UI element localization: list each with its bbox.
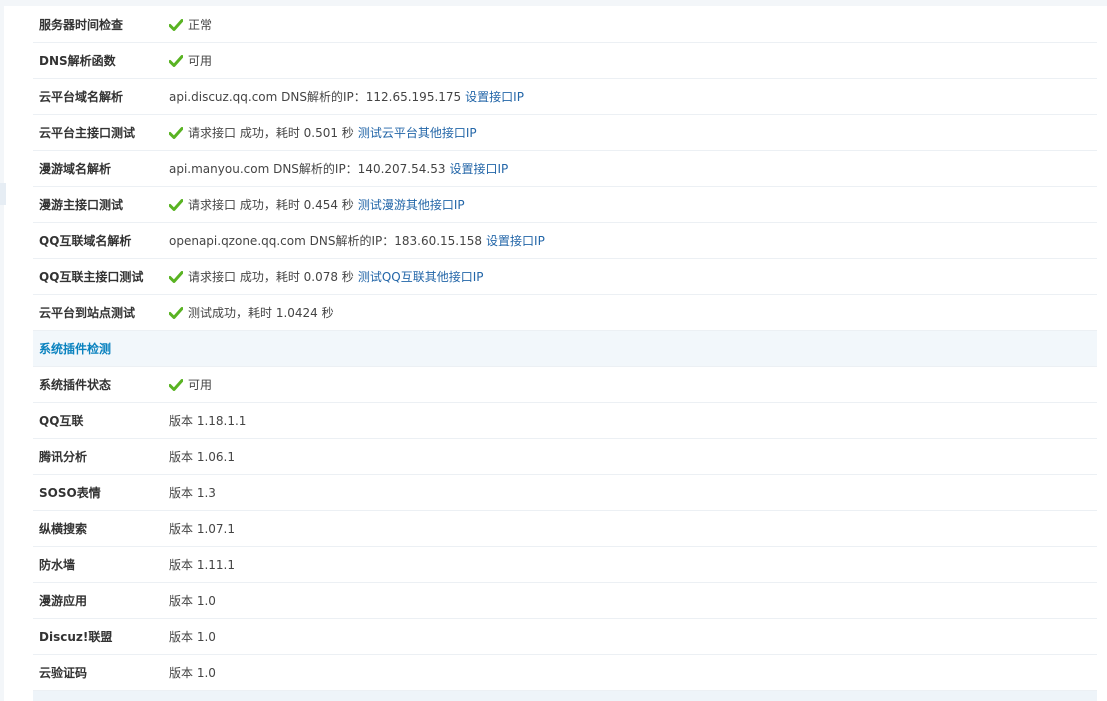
status-text: 测试成功，耗时 1.0424 秒	[188, 306, 334, 320]
row-value: 可用	[169, 52, 212, 69]
plugin-row: SOSO表情 版本 1.3	[33, 475, 1097, 511]
row-value: 请求接口 成功，耗时 0.078 秒 测试QQ互联其他接口IP	[169, 268, 483, 285]
check-icon	[169, 306, 183, 319]
row-value: 请求接口 成功，耗时 0.501 秒 测试云平台其他接口IP	[169, 124, 477, 141]
top-bar	[0, 0, 1107, 6]
row-label: DNS解析函数	[39, 54, 116, 68]
table-row: 漫游域名解析 api.manyou.com DNS解析的IP：140.207.5…	[33, 151, 1097, 187]
table-row: QQ互联主接口测试 请求接口 成功，耗时 0.078 秒 测试QQ互联其他接口I…	[33, 259, 1097, 295]
plugin-label: Discuz!联盟	[39, 630, 113, 644]
plugin-label: 漫游应用	[39, 594, 88, 608]
status-text: 请求接口 成功，耗时 0.078 秒	[188, 270, 354, 284]
row-label: 漫游主接口测试	[39, 198, 124, 212]
plugin-label: QQ互联	[39, 414, 84, 428]
left-strip-mark	[0, 183, 6, 205]
table-row: 云平台域名解析 api.discuz.qq.com DNS解析的IP：112.6…	[33, 79, 1097, 115]
set-interface-ip-link[interactable]: 设置接口IP	[465, 88, 524, 105]
plugin-row: 漫游应用 版本 1.0	[33, 583, 1097, 619]
table-row: 系统插件状态 可用	[33, 367, 1097, 403]
plugin-label: 纵横搜索	[39, 522, 88, 536]
row-value: 测试成功，耗时 1.0424 秒	[169, 304, 334, 321]
status-text: 可用	[188, 54, 213, 68]
dns-text: api.discuz.qq.com DNS解析的IP：112.65.195.17…	[169, 90, 462, 104]
plugin-version: 版本 1.0	[169, 594, 216, 608]
plugin-label: SOSO表情	[39, 486, 101, 500]
table-row: DNS解析函数 可用	[33, 43, 1097, 79]
plugin-version: 版本 1.3	[169, 486, 216, 500]
row-label: QQ互联主接口测试	[39, 270, 144, 284]
plugin-version: 版本 1.18.1.1	[169, 414, 247, 428]
check-icon	[169, 54, 183, 67]
row-value: api.discuz.qq.com DNS解析的IP：112.65.195.17…	[169, 88, 524, 105]
status-text: 正常	[188, 18, 213, 32]
row-value: openapi.qzone.qq.com DNS解析的IP：183.60.15.…	[169, 232, 545, 249]
row-label: 云平台域名解析	[39, 90, 124, 104]
plugin-label: 云验证码	[39, 666, 88, 680]
plugin-label: 腾讯分析	[39, 450, 88, 464]
row-label: 云平台主接口测试	[39, 126, 136, 140]
table-row: 云平台主接口测试 请求接口 成功，耗时 0.501 秒 测试云平台其他接口IP	[33, 115, 1097, 151]
plugin-label: 防水墙	[39, 558, 76, 572]
plugin-row: Discuz!联盟 版本 1.0	[33, 619, 1097, 655]
plugin-version: 版本 1.0	[169, 630, 216, 644]
check-icon	[169, 126, 183, 139]
section-title: 系统插件检测	[39, 342, 112, 356]
check-icon	[169, 18, 183, 31]
row-value: api.manyou.com DNS解析的IP：140.207.54.53 设置…	[169, 160, 508, 177]
row-value: 正常	[169, 16, 212, 33]
row-value: 请求接口 成功，耗时 0.454 秒 测试漫游其他接口IP	[169, 196, 465, 213]
dns-text: api.manyou.com DNS解析的IP：140.207.54.53	[169, 162, 446, 176]
plugin-row: QQ互联 版本 1.18.1.1	[33, 403, 1097, 439]
row-label: QQ互联域名解析	[39, 234, 132, 248]
plugin-version: 版本 1.06.1	[169, 450, 235, 464]
plugin-version: 版本 1.07.1	[169, 522, 235, 536]
status-text: 可用	[188, 378, 213, 392]
test-qq-other-ip-link[interactable]: 测试QQ互联其他接口IP	[358, 268, 484, 285]
plugin-row: 腾讯分析 版本 1.06.1	[33, 439, 1097, 475]
row-label: 云平台到站点测试	[39, 306, 136, 320]
dns-text: openapi.qzone.qq.com DNS解析的IP：183.60.15.…	[169, 234, 483, 248]
plugin-row: 防水墙 版本 1.11.1	[33, 547, 1097, 583]
row-label: 漫游域名解析	[39, 162, 112, 176]
table-row: 漫游主接口测试 请求接口 成功，耗时 0.454 秒 测试漫游其他接口IP	[33, 187, 1097, 223]
row-value: 可用	[169, 376, 212, 393]
set-interface-ip-link[interactable]: 设置接口IP	[449, 160, 508, 177]
check-table: 服务器时间检查 正常 DNS解析函数 可用 云平台域名解析 api.discuz…	[33, 7, 1097, 701]
test-manyou-other-ip-link[interactable]: 测试漫游其他接口IP	[358, 196, 465, 213]
plugin-version: 版本 1.11.1	[169, 558, 235, 572]
check-icon	[169, 270, 183, 283]
set-interface-ip-link[interactable]: 设置接口IP	[486, 232, 545, 249]
plugin-version: 版本 1.0	[169, 666, 216, 680]
plugin-row: 纵横搜索 版本 1.07.1	[33, 511, 1097, 547]
check-icon	[169, 378, 183, 391]
table-row: QQ互联域名解析 openapi.qzone.qq.com DNS解析的IP：1…	[33, 223, 1097, 259]
table-row: 云平台到站点测试 测试成功，耗时 1.0424 秒	[33, 295, 1097, 331]
table-row: 服务器时间检查 正常	[33, 7, 1097, 43]
row-label: 系统插件状态	[39, 378, 112, 392]
section-header: 系统插件检测	[33, 331, 1097, 367]
status-text: 请求接口 成功，耗时 0.501 秒	[188, 126, 354, 140]
row-label: 服务器时间检查	[39, 18, 124, 32]
bottom-bar	[33, 691, 1097, 701]
test-cloud-other-ip-link[interactable]: 测试云平台其他接口IP	[358, 124, 477, 141]
status-text: 请求接口 成功，耗时 0.454 秒	[188, 198, 354, 212]
left-strip	[0, 0, 4, 701]
plugin-row: 云验证码 版本 1.0	[33, 655, 1097, 691]
page-frame: 服务器时间检查 正常 DNS解析函数 可用 云平台域名解析 api.discuz…	[0, 0, 1107, 701]
check-icon	[169, 198, 183, 211]
